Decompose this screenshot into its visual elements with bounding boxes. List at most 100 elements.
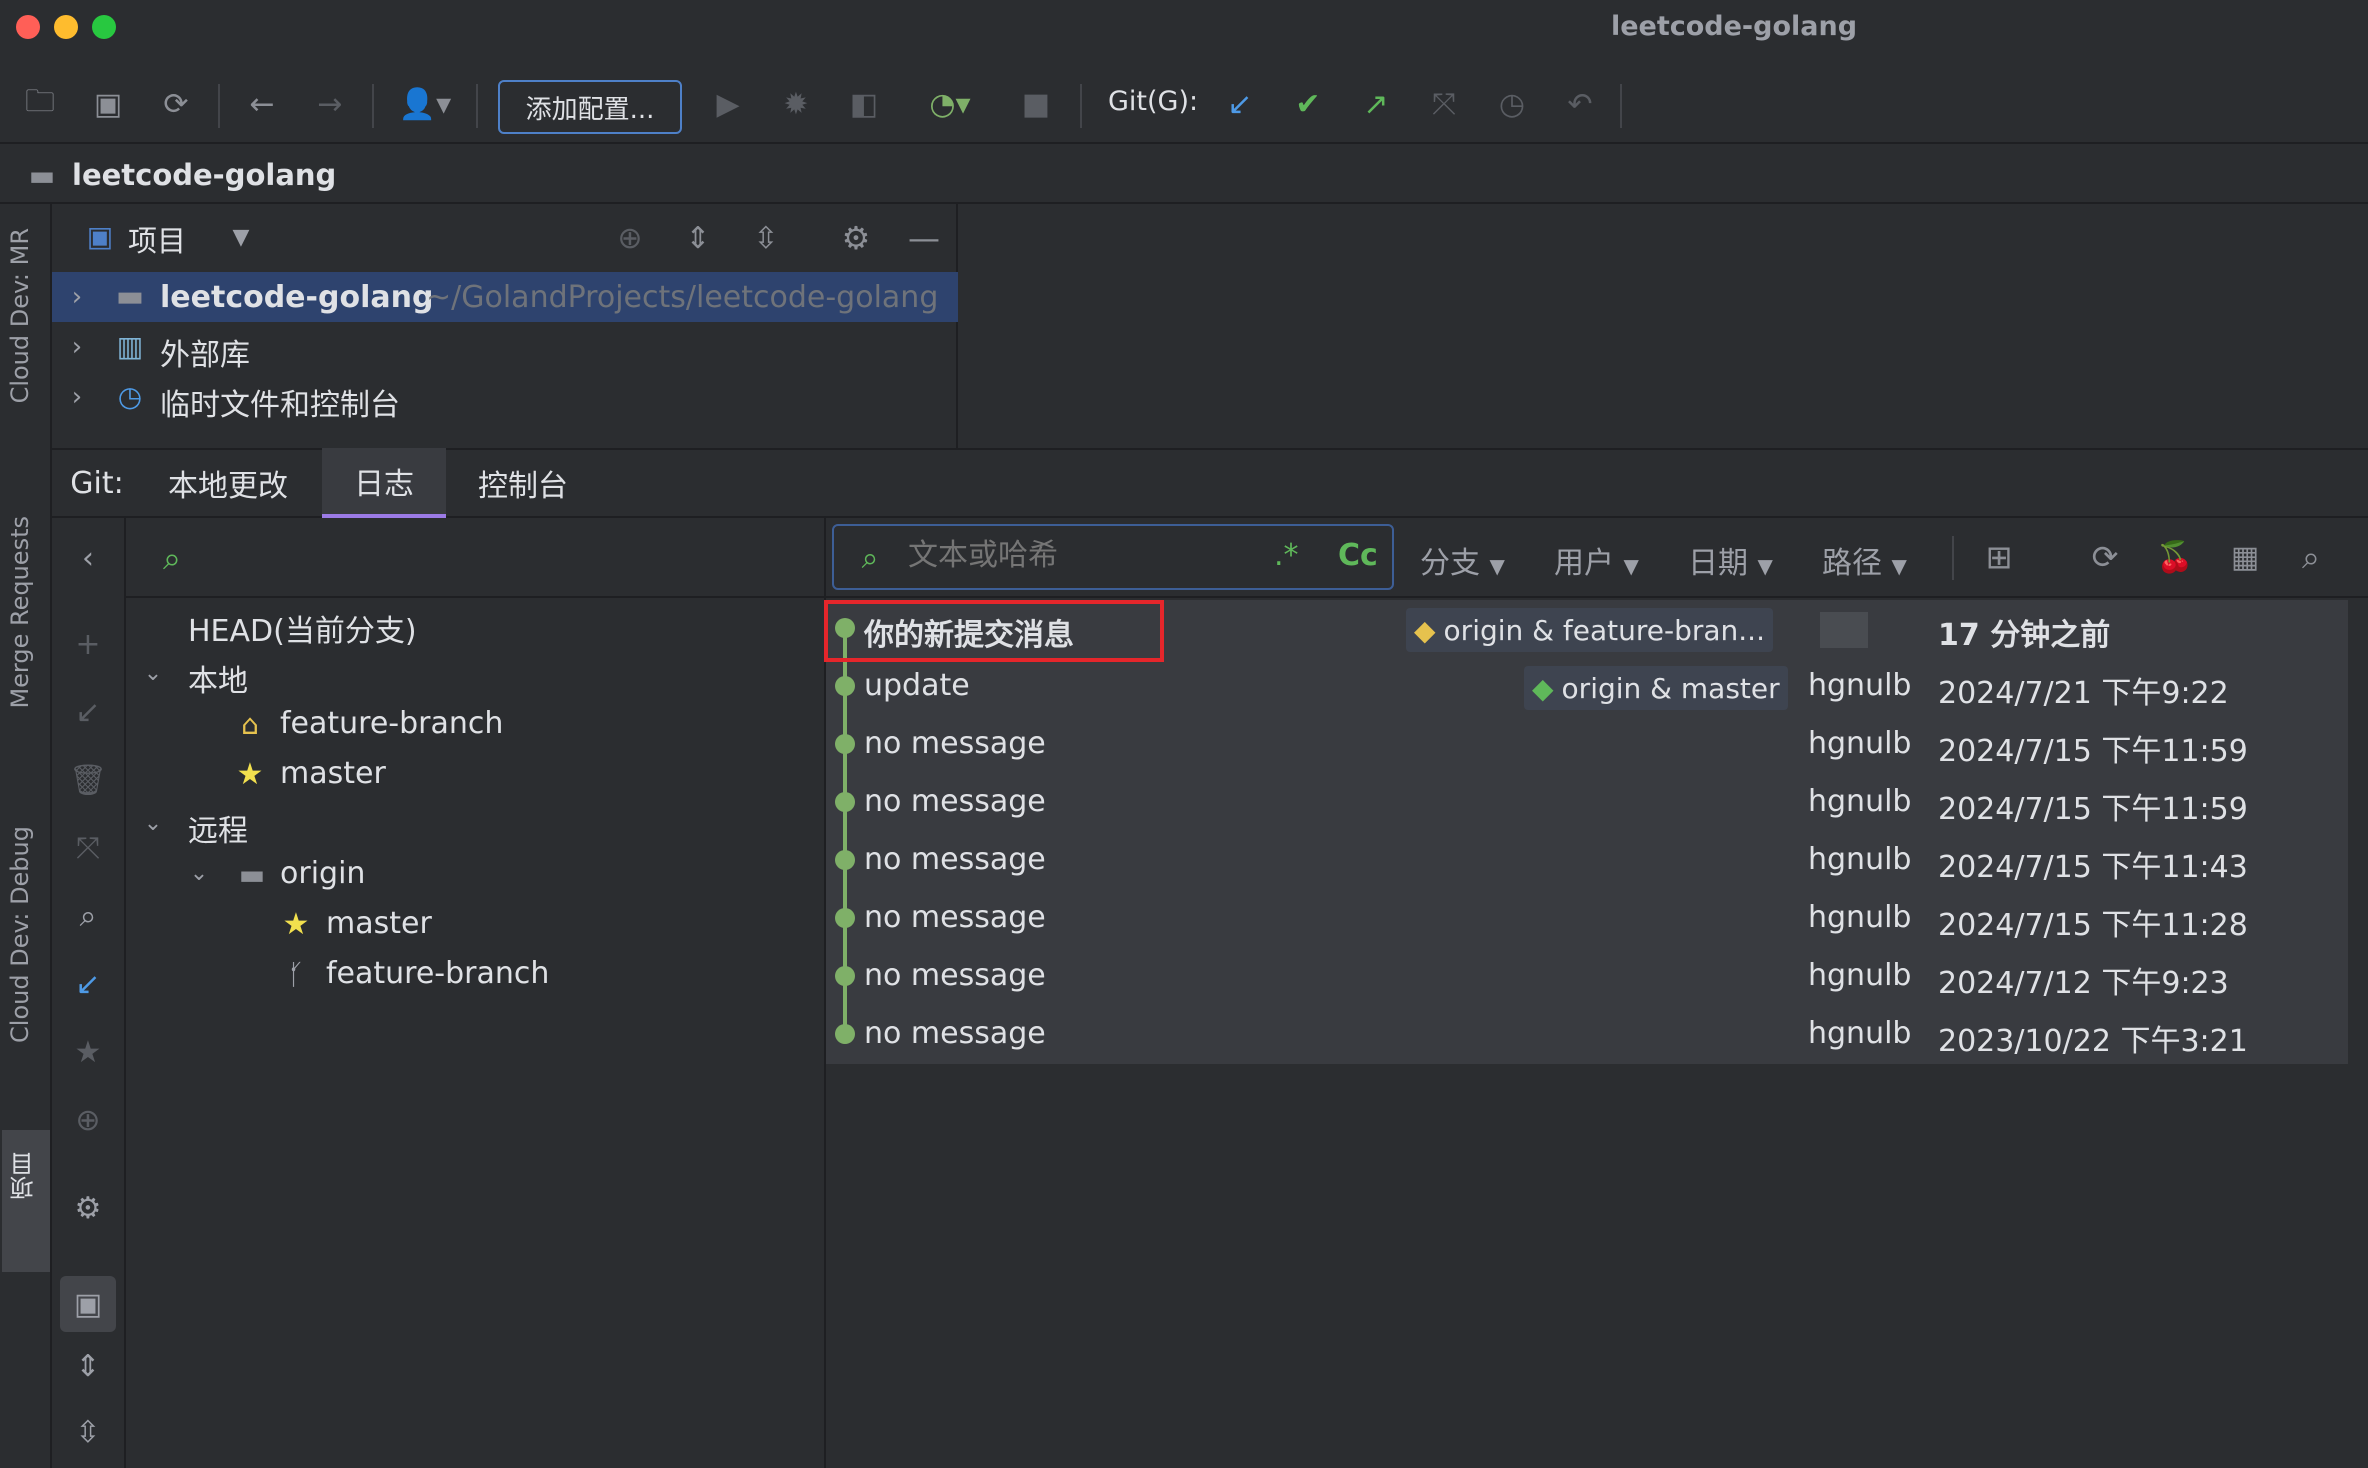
git-push-icon[interactable]: ↗ — [1354, 82, 1398, 126]
filter-path[interactable]: 路径 ▼ — [1822, 538, 1907, 582]
chevron-right-icon[interactable]: › — [62, 280, 92, 314]
forward-icon[interactable]: → — [308, 82, 352, 126]
search-icon[interactable]: ⌕ — [846, 536, 894, 580]
chevron-left-icon[interactable]: ‹ — [66, 536, 110, 580]
branch-local-feature[interactable]: feature-branch — [280, 706, 503, 741]
group-by-icon[interactable]: ▣ — [60, 1276, 116, 1332]
commit-ref-label: origin & feature-bran... — [1443, 613, 1765, 647]
expand-all-icon[interactable]: ⇕ — [66, 1344, 110, 1388]
filter-date[interactable]: 日期 ▼ — [1688, 538, 1773, 582]
add-configuration-button[interactable]: 添加配置... — [498, 80, 682, 134]
debug-icon[interactable]: ✹ — [774, 82, 818, 126]
git-label: Git(G): — [1108, 86, 1199, 117]
git-update-icon[interactable]: ↙ — [1218, 82, 1262, 126]
branches-search-row — [126, 518, 826, 598]
open-folder-icon[interactable]: 🗀 — [18, 82, 62, 126]
commit-message[interactable]: update — [864, 668, 970, 703]
profile-dropdown-icon[interactable]: ◔▾ — [910, 82, 990, 126]
commit-message[interactable]: no message — [864, 958, 1046, 993]
log-scrollbar[interactable] — [2348, 600, 2368, 1468]
user-dropdown-icon[interactable]: 👤▾ — [390, 82, 460, 126]
tool-tab-cloud-dev-mr[interactable]: Cloud Dev: MR — [6, 228, 34, 403]
branch-group-local[interactable]: 本地 — [188, 656, 248, 700]
chevron-down-icon[interactable]: ⌄ — [138, 806, 168, 840]
chevron-down-icon[interactable]: ⌄ — [184, 856, 214, 890]
delete-icon[interactable]: 🗑 — [66, 758, 110, 802]
search-icon[interactable]: ⌕ — [66, 894, 110, 938]
coverage-icon[interactable]: ◧ — [842, 82, 886, 126]
commit-message[interactable]: no message — [864, 1016, 1046, 1051]
commit-ref-tag[interactable]: ◆ origin & feature-bran... — [1406, 608, 1773, 652]
refresh-icon[interactable]: ⟳ — [2082, 534, 2128, 580]
commit-ref-tag[interactable]: ◆ origin & master — [1524, 666, 1788, 710]
expand-all-icon[interactable]: ⇕ — [676, 216, 720, 260]
search-icon[interactable]: ⌕ — [2288, 534, 2334, 580]
collapse-all-icon[interactable]: ⇳ — [744, 216, 788, 260]
locate-icon[interactable]: ⊕ — [608, 216, 652, 260]
git-merge-icon[interactable]: ⤧ — [1422, 82, 1466, 126]
tab-console[interactable]: 控制台 — [462, 448, 584, 518]
branch-icon: ᚶ — [287, 957, 305, 991]
filter-branch-label: 分支 — [1420, 546, 1480, 581]
cherry-pick-icon[interactable]: 🍒 — [2152, 534, 2198, 580]
tool-tab-cloud-dev-debug[interactable]: Cloud Dev: Debug — [6, 826, 34, 1043]
tree-item-project[interactable]: leetcode-golang — [160, 280, 433, 315]
target-icon[interactable]: ⊕ — [66, 1098, 110, 1142]
regex-toggle[interactable]: .* — [1274, 538, 1299, 573]
log-search-input[interactable] — [908, 538, 1248, 573]
history-icon[interactable]: ◷ — [1490, 82, 1534, 126]
stop-icon[interactable]: ■ — [1014, 82, 1058, 126]
search-icon[interactable]: ⌕ — [150, 536, 194, 580]
tree-item-scratches[interactable]: 临时文件和控制台 — [160, 380, 400, 424]
project-panel-title[interactable]: 项目 — [128, 218, 186, 260]
filter-path-label: 路径 — [1822, 546, 1882, 581]
new-tab-icon[interactable]: ⊞ — [1976, 534, 2022, 580]
commit-message[interactable]: no message — [864, 900, 1046, 935]
chevron-down-icon: ▼ — [1757, 554, 1773, 578]
minimize-panel-icon[interactable]: — — [902, 216, 946, 260]
fetch-icon[interactable]: ↙ — [66, 962, 110, 1006]
tool-tab-merge-requests[interactable]: Merge Requests — [6, 516, 34, 709]
tab-local-changes[interactable]: 本地更改 — [150, 448, 306, 518]
gear-icon[interactable]: ⚙ — [834, 216, 878, 260]
tree-item-external-libraries[interactable]: 外部库 — [160, 330, 250, 374]
branch-group-remote[interactable]: 远程 — [188, 806, 248, 850]
match-case-toggle[interactable]: Cc — [1338, 538, 1378, 573]
run-icon[interactable]: ▶ — [706, 82, 750, 126]
sync-icon[interactable]: ⟳ — [154, 82, 198, 126]
branch-remote-master[interactable]: master — [326, 906, 432, 941]
commit-graph-node — [835, 734, 855, 754]
commit-message[interactable]: no message — [864, 726, 1046, 761]
tab-log[interactable]: 日志 — [322, 448, 446, 518]
rollback-icon[interactable]: ↶ — [1558, 82, 1602, 126]
branch-remote-origin[interactable]: origin — [280, 856, 365, 891]
view-options-icon[interactable]: ▦ — [2222, 534, 2268, 580]
tool-tab-project[interactable]: 项目 — [6, 1152, 41, 1200]
add-icon[interactable]: + — [66, 622, 110, 666]
chevron-right-icon[interactable]: › — [62, 330, 92, 364]
chevron-right-icon[interactable]: › — [62, 380, 92, 414]
commit-graph-node — [835, 850, 855, 870]
branch-head[interactable]: HEAD(当前分支) — [188, 606, 417, 650]
commit-ref-label: origin & master — [1561, 671, 1780, 705]
save-icon[interactable]: ▣ — [86, 82, 130, 126]
commit-message[interactable]: no message — [864, 784, 1046, 819]
chevron-down-icon[interactable]: ▼ — [226, 222, 256, 252]
favorite-icon[interactable]: ★ — [66, 1030, 110, 1074]
filter-branch[interactable]: 分支 ▼ — [1420, 538, 1505, 582]
filter-user[interactable]: 用户 ▼ — [1554, 538, 1639, 582]
commit-message[interactable]: no message — [864, 842, 1046, 877]
toolbar-separator — [1620, 84, 1622, 128]
branch-remote-feature[interactable]: feature-branch — [326, 956, 549, 991]
update-icon[interactable]: ↙ — [66, 690, 110, 734]
breadcrumb-project[interactable]: leetcode-golang — [72, 158, 336, 192]
scratches-icon: ◷ — [117, 379, 143, 413]
compare-icon[interactable]: ⤧ — [66, 826, 110, 870]
commit-author: hgnulb — [1808, 726, 1912, 761]
chevron-down-icon[interactable]: ⌄ — [138, 656, 168, 690]
back-icon[interactable]: ← — [240, 82, 284, 126]
git-commit-icon[interactable]: ✔ — [1286, 82, 1330, 126]
branch-local-master[interactable]: master — [280, 756, 386, 791]
collapse-all-icon[interactable]: ⇳ — [66, 1410, 110, 1454]
gear-icon[interactable]: ⚙ — [66, 1186, 110, 1230]
